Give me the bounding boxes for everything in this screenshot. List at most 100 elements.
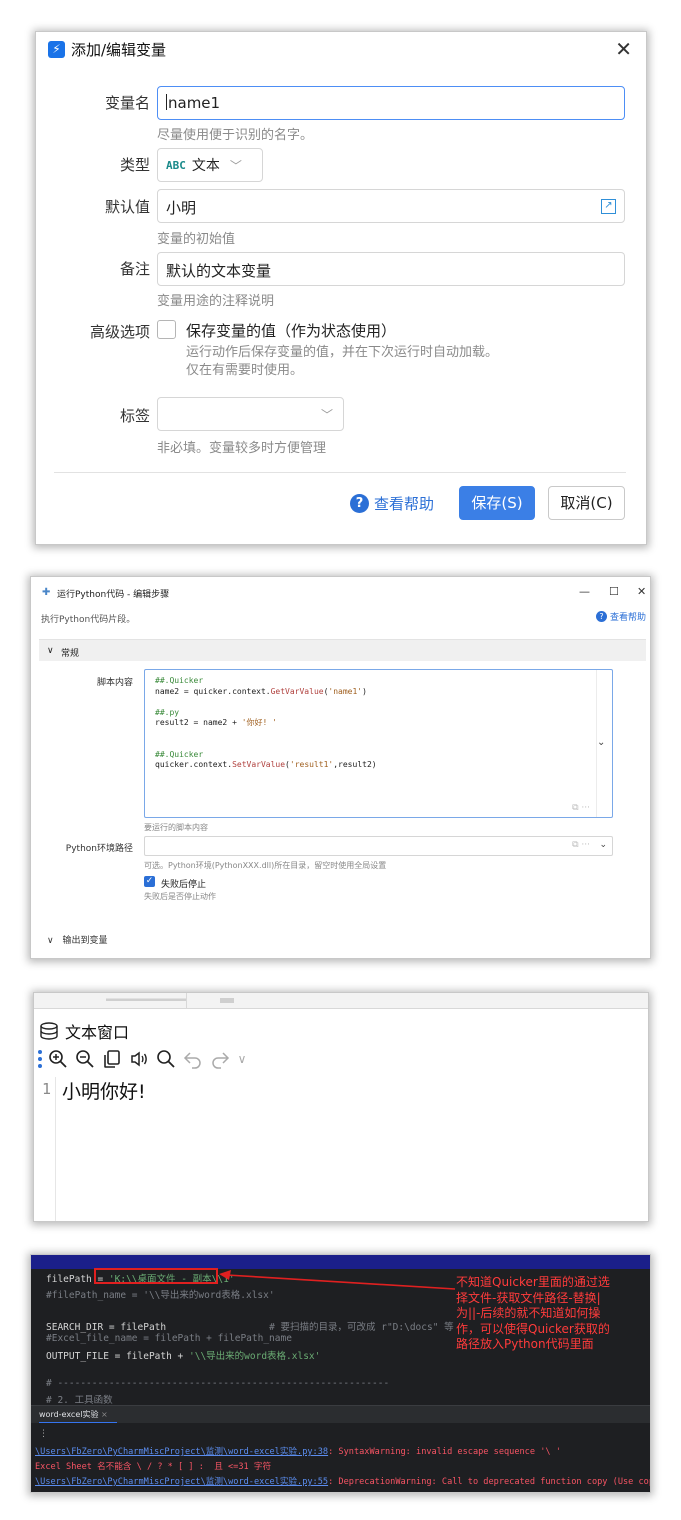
file-link[interactable]: \Users\FbZero\PyCharmMiscProject\监测\word… xyxy=(35,1447,328,1457)
variable-name-hint: 尽量使用便于识别的名字。 xyxy=(157,128,314,143)
footer-divider xyxy=(54,472,626,473)
script-code: ##.Quicker name2 = quicker.context.GetVar… xyxy=(155,676,377,771)
type-select[interactable]: ABC 文本 ﹀ xyxy=(157,148,263,182)
code-line: ##.Quicker xyxy=(155,676,204,685)
tags-select[interactable]: ﹀ xyxy=(157,397,344,431)
error-line: \Users\FbZero\PyCharmMiscProject\监测\word… xyxy=(35,1445,561,1457)
redo-icon[interactable] xyxy=(209,1048,231,1070)
code-line: # --------------------------------------… xyxy=(46,1378,390,1389)
toolbar-grip-icon[interactable] xyxy=(37,1050,42,1068)
minimize-icon[interactable]: — xyxy=(579,585,590,598)
help-label: 查看帮助 xyxy=(374,495,435,513)
copy-icon[interactable] xyxy=(101,1048,123,1070)
more-options-icon[interactable]: ⧉ ··· xyxy=(572,803,590,813)
zoom-out-icon[interactable] xyxy=(74,1048,96,1070)
help-link[interactable]: ? 查看帮助 xyxy=(595,610,646,623)
code-line: OUTPUT_FILE = filePath + '\\导出来的word表格.x… xyxy=(46,1351,321,1362)
question-circle-icon: ? xyxy=(350,494,369,513)
cancel-button[interactable]: 取消(C) xyxy=(548,486,625,520)
close-icon[interactable]: × xyxy=(101,1410,108,1419)
code-line: name2 = quicker.context.GetVarValue('nam… xyxy=(155,686,367,696)
error-message: : DeprecationWarning: Call to deprecated… xyxy=(328,1477,650,1487)
chevron-down-icon[interactable]: ∨ xyxy=(236,1048,248,1070)
question-circle-icon: ? xyxy=(595,611,607,622)
help-label: 查看帮助 xyxy=(609,613,646,623)
tags-hint: 非必填。变量较多时方便管理 xyxy=(157,441,327,456)
chevron-down-icon[interactable]: ⌄ xyxy=(597,737,605,748)
window-title-bar: 文本窗口 xyxy=(39,1019,129,1043)
section-general[interactable]: ∨ 常规 xyxy=(39,639,646,661)
cropped-tab-text xyxy=(220,998,234,1003)
python-env-input[interactable]: ⧉ ··· ⌄ xyxy=(144,836,613,856)
section-output[interactable]: ∨ 输出到变量 xyxy=(47,933,107,946)
ide-screenshot: filePath = 'K:\\桌面文件 - 副本\\1' #filePath_n… xyxy=(31,1255,650,1492)
text-window: 文本窗口 ∨ 1 小明你好! xyxy=(34,993,648,1221)
section-general-label: 常规 xyxy=(61,649,80,659)
terminal-output: ⋮ \Users\FbZero\PyCharmMiscProject\监测\wo… xyxy=(31,1423,650,1492)
section-output-label: 输出到变量 xyxy=(62,936,108,946)
default-value-input[interactable]: 小明 ↗ xyxy=(157,189,625,223)
type-value: 文本 xyxy=(191,158,220,174)
code-line: # 2. 工具函数 xyxy=(46,1395,113,1406)
edit-variable-dialog: ⚡ 添加/编辑变量 ✕ 变量名 name1 尽量使用便于识别的名字。 类型 AB… xyxy=(36,32,646,544)
stop-on-fail-checkbox[interactable]: ✓ xyxy=(144,876,155,887)
cropped-tab-text xyxy=(106,996,186,1004)
python-icon: ✚ xyxy=(42,587,51,598)
note-input[interactable]: 默认的文本变量 xyxy=(157,252,625,286)
chevron-down-icon: ∨ xyxy=(47,936,54,946)
script-hint: 要运行的脚本内容 xyxy=(144,823,208,832)
help-link[interactable]: ? 查看帮助 xyxy=(350,493,434,514)
script-label: 脚本内容 xyxy=(96,678,133,688)
code-line: SEARCH_DIR = filePath # 要扫描的目录，可改成 r"D:\… xyxy=(46,1322,454,1333)
more-options-icon[interactable]: ⧉ ··· xyxy=(572,840,590,850)
file-link[interactable]: \Users\FbZero\PyCharmMiscProject\监测\word… xyxy=(35,1477,328,1487)
code-line: quicker.context.SetVarValue('result1',re… xyxy=(155,760,377,769)
highlight-box xyxy=(94,1268,218,1284)
stop-on-fail-hint: 失败后是否停止动作 xyxy=(144,892,216,901)
chevron-down-icon: ∨ xyxy=(47,646,54,656)
undo-icon[interactable] xyxy=(182,1048,204,1070)
variable-name-label: 变量名 xyxy=(104,94,150,112)
type-label: 类型 xyxy=(119,156,150,174)
close-icon[interactable]: ✕ xyxy=(637,585,646,598)
error-line: Excel Sheet 名不能含 \ / ? * [ ] : 且 <=31 字符 xyxy=(35,1462,272,1472)
maximize-icon[interactable]: ☐ xyxy=(609,585,619,598)
run-tab[interactable]: word-excel实验 × xyxy=(39,1409,108,1420)
expand-editor-icon[interactable]: ↗ xyxy=(601,199,616,214)
line-number: 1 xyxy=(42,1080,52,1098)
close-icon[interactable]: ✕ xyxy=(615,37,632,61)
script-editor[interactable]: ##.Quicker name2 = quicker.context.GetVar… xyxy=(144,669,613,818)
save-state-label[interactable]: 保存变量的值（作为状态使用） xyxy=(186,320,396,341)
chevron-down-icon: ﹀ xyxy=(320,408,333,422)
advanced-options-label: 高级选项 xyxy=(89,323,150,341)
default-value-label: 默认值 xyxy=(104,198,150,216)
window-title: 文本窗口 xyxy=(65,1023,130,1042)
line-gutter xyxy=(34,1077,56,1221)
text-content[interactable]: 小明你好! xyxy=(62,1077,146,1104)
window-title: 运行Python代码 - 编辑步骤 xyxy=(57,590,170,600)
speaker-icon[interactable] xyxy=(128,1048,150,1070)
save-state-hint-line: 运行动作后保存变量的值，并在下次运行时自动加载。 xyxy=(186,345,499,360)
annotation-arrow-icon xyxy=(219,1270,456,1290)
code-line: result2 = name2 + '你好! ' xyxy=(155,718,277,727)
error-line: \Users\FbZero\PyCharmMiscProject\监测\word… xyxy=(35,1475,650,1487)
variable-name-input[interactable]: name1 xyxy=(157,86,625,120)
search-icon[interactable] xyxy=(155,1048,177,1070)
error-message: : SyntaxWarning: invalid escape sequence… xyxy=(328,1447,561,1457)
default-value-hint: 变量的初始值 xyxy=(157,232,236,247)
save-state-checkbox[interactable] xyxy=(157,320,176,339)
stop-on-fail-label[interactable]: 失败后停止 xyxy=(161,877,206,890)
annotation-text: 不知道Quicker里面的通过选择文件-获取文件路径-替换|为||-后续的就不知… xyxy=(456,1275,610,1351)
note-value: 默认的文本变量 xyxy=(166,262,272,280)
run-tab-bar: word-excel实验 × xyxy=(31,1405,650,1424)
chevron-down-icon[interactable]: ⌄ xyxy=(599,840,607,850)
default-value-text: 小明 xyxy=(166,199,197,217)
zoom-in-icon[interactable] xyxy=(47,1048,69,1070)
tags-label: 标签 xyxy=(119,407,150,425)
code-line: ##.Quicker xyxy=(155,749,204,759)
save-button[interactable]: 保存(S) xyxy=(459,486,535,520)
run-tab-label: word-excel实验 xyxy=(39,1410,99,1419)
